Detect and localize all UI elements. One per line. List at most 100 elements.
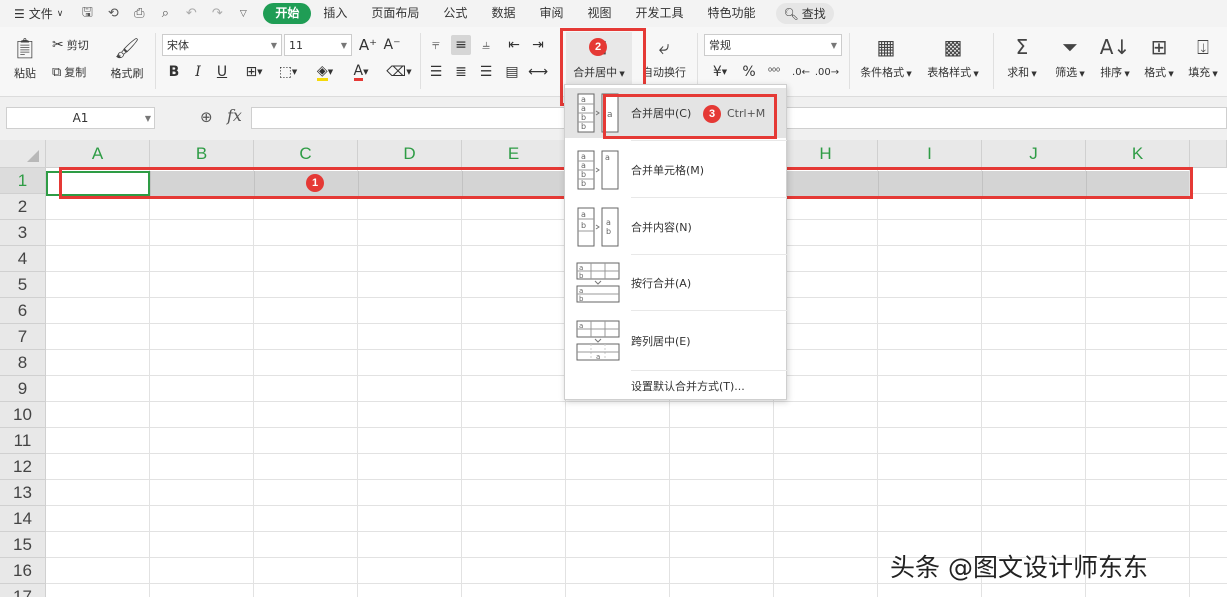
table-style-button[interactable]: ▩ 表格样式 ▼ [922,32,984,84]
row-header-12[interactable]: 12 [0,454,46,480]
row-header-7[interactable]: 7 [0,324,46,350]
cell-style-icon[interactable]: ⬚ ▼ [274,62,302,82]
search-button[interactable]: 🔍︎ 查找 [775,3,834,24]
row-header-10[interactable]: 10 [0,402,46,428]
decrease-indent-icon[interactable]: ⇤ [504,35,524,55]
tab-home[interactable]: 开始 [263,3,312,24]
tab-developer[interactable]: 开发工具 [623,3,695,24]
column-header-k[interactable]: K [1086,140,1190,168]
menu-item-default-merge-setting[interactable]: 设置默认合并方式(T)... [565,373,786,399]
tab-insert[interactable]: 插入 [311,3,359,24]
align-left-icon[interactable]: ☰ [426,62,446,82]
align-right-icon[interactable]: ☰ [476,62,496,82]
italic-icon[interactable]: I [188,62,208,82]
font-size-select[interactable]: 11 ▼ [284,34,352,56]
column-header-filler [1190,140,1227,168]
column-header-d[interactable]: D [358,140,462,168]
sum-button[interactable]: Σ 求和 ▼ [1002,32,1042,84]
file-menu[interactable]: ☰ 文件 ∨ [8,5,69,22]
menu-item-center-across-columns[interactable]: a a 跨列居中(E) [565,316,786,366]
row-header-5[interactable]: 5 [0,272,46,298]
customize-chevron-icon[interactable]: ▽ [233,9,253,19]
percent-icon[interactable]: % [739,62,759,82]
format-button[interactable]: ⊞ 格式 ▼ [1139,32,1179,84]
clear-format-icon[interactable]: ⌫ ▼ [384,62,414,82]
tab-formulas[interactable]: 公式 [431,3,479,24]
row-header-2[interactable]: 2 [0,194,46,220]
cloud-sync-icon[interactable]: ⟲ [103,6,123,21]
paste-button[interactable]: 📋︎ 粘贴 [6,33,44,85]
name-box[interactable]: A1 ▼ [6,107,155,129]
undo-icon[interactable]: ↶ [181,6,201,21]
fx-icon[interactable]: fx [227,106,242,125]
svg-text:b: b [579,272,584,280]
print-icon[interactable]: ⎙ [129,6,149,21]
row-header-6[interactable]: 6 [0,298,46,324]
row-header-13[interactable]: 13 [0,480,46,506]
column-header-i[interactable]: I [878,140,982,168]
bold-icon[interactable]: B [164,62,184,82]
tab-special-features[interactable]: 特色功能 [696,3,768,24]
menu-item-merge-content[interactable]: ab ab 合并内容(N) [565,202,786,252]
row-header-4[interactable]: 4 [0,246,46,272]
decrease-decimal-icon[interactable]: .00→ [815,62,839,82]
row-header-3[interactable]: 3 [0,220,46,246]
copy-button[interactable]: ⧉ 复制 [52,63,86,81]
underline-icon[interactable]: U [212,62,232,82]
row-header-16[interactable]: 16 [0,558,46,584]
font-color-icon[interactable]: A ▼ [346,62,376,82]
tab-page-layout[interactable]: 页面布局 [359,3,431,24]
zoom-icon[interactable]: ⊕ [200,108,213,126]
align-middle-icon[interactable]: ≡ [451,35,471,55]
decrease-font-icon[interactable]: A⁻ [382,35,402,55]
column-header-a[interactable]: A [46,140,150,168]
align-top-icon[interactable]: ⫧ [426,35,446,55]
row-header-14[interactable]: 14 [0,506,46,532]
spreadsheet-app: ☰ 文件 ∨ 🖫 ⟲ ⎙ ⌕ ↶ ↷ ▽ 开始 插入 页面布局 公式 数据 审阅… [0,0,1227,597]
redo-icon[interactable]: ↷ [207,6,227,21]
print-preview-icon[interactable]: ⌕ [155,6,175,21]
menu-separator [631,310,787,311]
menu-item-merge-by-row[interactable]: ab ab 按行合并(A) [565,258,786,308]
column-header-h[interactable]: H [774,140,878,168]
column-header-j[interactable]: J [982,140,1086,168]
fill-color-icon[interactable]: ◈ ▼ [310,62,340,82]
borders-icon[interactable]: ⊞ ▼ [240,62,268,82]
tab-review[interactable]: 审阅 [527,3,575,24]
justify-icon[interactable]: ▤ [502,62,522,82]
thousands-separator-icon[interactable]: ⁰⁰⁰ [764,62,784,82]
save-icon[interactable]: 🖫 [77,3,97,25]
align-center-icon[interactable]: ≣ [451,62,471,82]
menu-item-merge-cells[interactable]: aabb a 合并单元格(M) [565,145,786,195]
row-header-9[interactable]: 9 [0,376,46,402]
conditional-format-button[interactable]: ▦ 条件格式 ▼ [856,32,916,84]
increase-indent-icon[interactable]: ⇥ [528,35,548,55]
clipboard-icon: 📋︎ [12,36,38,60]
increase-decimal-icon[interactable]: .0← [791,62,811,82]
number-format-select[interactable]: 常规 ▼ [704,34,842,56]
menu-separator [631,370,787,371]
select-all-corner[interactable] [0,140,46,168]
font-name-select[interactable]: 宋体 ▼ [162,34,282,56]
cut-button[interactable]: ✂ 剪切 [52,36,89,54]
format-painter-button[interactable]: 🖌︎ 格式刷 [106,33,148,85]
ribbon-divider [155,33,156,89]
row-header-15[interactable]: 15 [0,532,46,558]
filter-button[interactable]: ⏷ 筛选 ▼ [1050,32,1090,84]
row-header-8[interactable]: 8 [0,350,46,376]
row-header-1[interactable]: 1 [0,168,46,194]
fill-button[interactable]: ⍗ 填充 ▼ [1183,32,1223,84]
increase-font-icon[interactable]: A⁺ [358,35,378,55]
align-bottom-icon[interactable]: ⫨ [476,35,496,55]
column-header-c[interactable]: C [254,140,358,168]
row-header-11[interactable]: 11 [0,428,46,454]
tab-data[interactable]: 数据 [479,3,527,24]
row-header-17[interactable]: 17 [0,584,46,597]
column-header-e[interactable]: E [462,140,566,168]
distributed-align-icon[interactable]: ⟷ [528,62,548,82]
currency-icon[interactable]: ¥ ▼ [706,62,734,82]
menu-separator [631,140,787,141]
sort-button[interactable]: A↓ 排序 ▼ [1095,32,1135,84]
column-header-b[interactable]: B [150,140,254,168]
tab-view[interactable]: 视图 [575,3,623,24]
